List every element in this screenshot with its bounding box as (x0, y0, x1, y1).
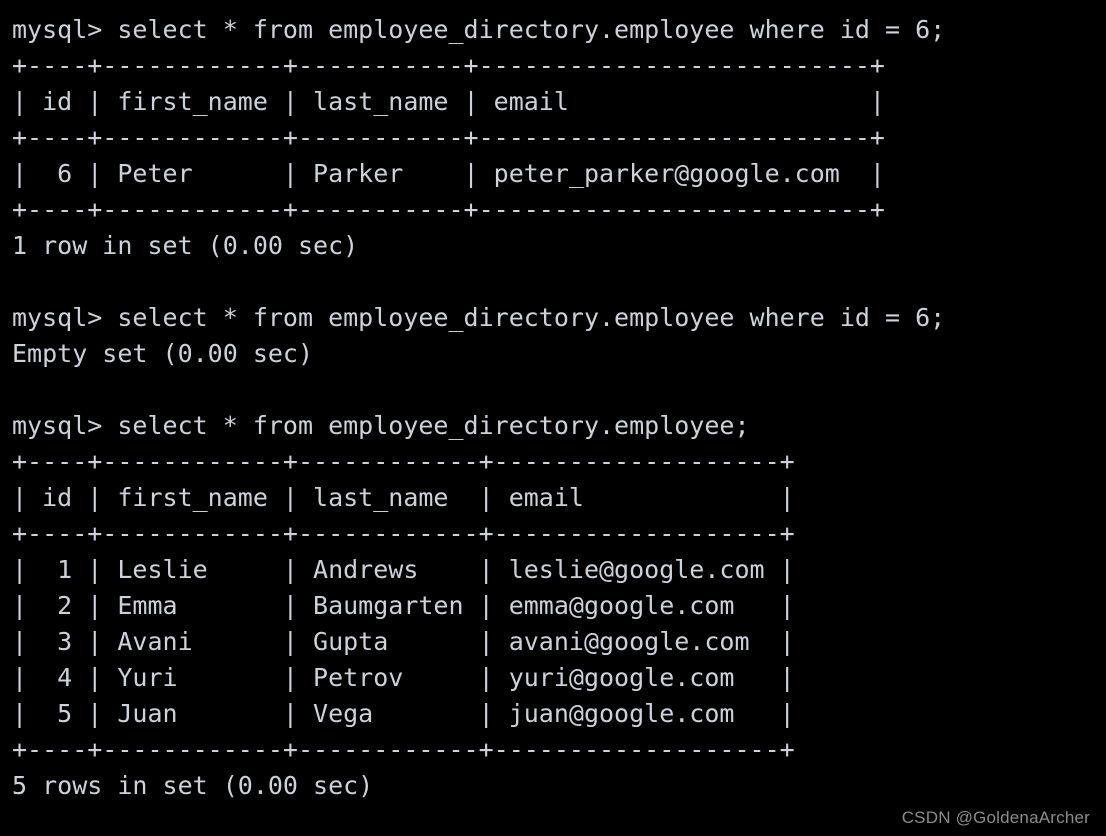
terminal-line-block1-status: 1 row in set (0.00 sec) (12, 231, 359, 260)
terminal-line-block1-rule-bottom: +----+------------+-----------+---------… (12, 195, 885, 224)
terminal-line-block1-prompt: mysql> select * from employee_directory.… (12, 15, 946, 44)
terminal-line-block3-status: 5 rows in set (0.00 sec) (12, 771, 374, 800)
terminal-line-block1-rule-top: +----+------------+-----------+---------… (12, 51, 885, 80)
terminal-line-block2-status: Empty set (0.00 sec) (12, 339, 314, 368)
terminal-line-block3-header: | id | first_name | last_name | email | (12, 483, 795, 512)
terminal-line-spacer-1 (12, 264, 1106, 300)
terminal-line-block1-header: | id | first_name | last_name | email | (12, 87, 885, 116)
terminal-line-block1-rule-mid: +----+------------+-----------+---------… (12, 123, 885, 152)
terminal-output: mysql> select * from employee_directory.… (12, 12, 1106, 804)
terminal-window[interactable]: mysql> select * from employee_directory.… (0, 0, 1106, 836)
terminal-line-block3-row-2: | 2 | Emma | Baumgarten | emma@google.co… (12, 591, 795, 620)
terminal-line-block3-rule-mid: +----+------------+------------+--------… (12, 519, 795, 548)
terminal-line-block2-prompt: mysql> select * from employee_directory.… (12, 303, 946, 332)
terminal-line-block1-row-1: | 6 | Peter | Parker | peter_parker@goog… (12, 159, 885, 188)
terminal-line-block3-row-5: | 5 | Juan | Vega | juan@google.com | (12, 699, 795, 728)
terminal-line-block3-row-4: | 4 | Yuri | Petrov | yuri@google.com | (12, 663, 795, 692)
terminal-line-spacer-2 (12, 372, 1106, 408)
terminal-line-block3-rule-top: +----+------------+------------+--------… (12, 447, 795, 476)
terminal-line-block3-row-1: | 1 | Leslie | Andrews | leslie@google.c… (12, 555, 795, 584)
terminal-line-block3-row-3: | 3 | Avani | Gupta | avani@google.com | (12, 627, 795, 656)
terminal-line-block3-prompt: mysql> select * from employee_directory.… (12, 411, 750, 440)
terminal-line-block3-rule-bottom: +----+------------+------------+--------… (12, 735, 795, 764)
watermark-label: CSDN @GoldenaArcher (901, 808, 1090, 827)
